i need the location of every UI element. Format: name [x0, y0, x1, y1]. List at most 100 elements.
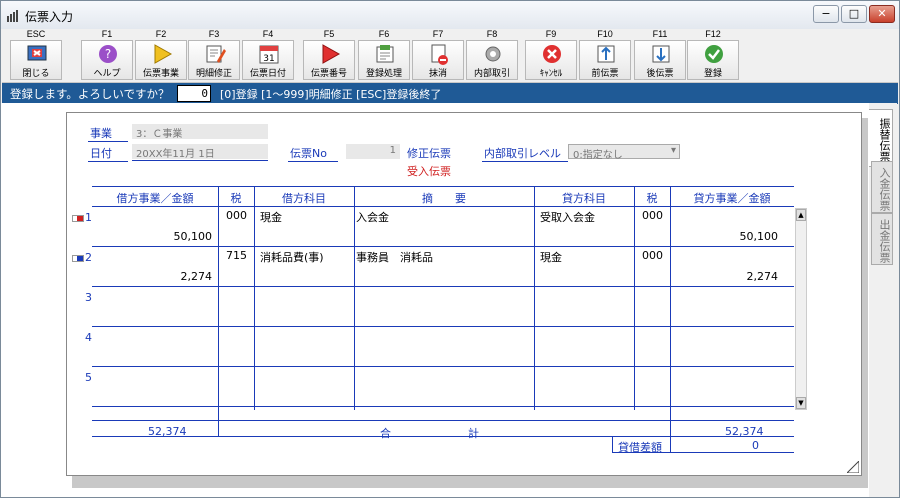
toolbar-button-f12[interactable]: F12 登録 — [687, 29, 739, 83]
tab-receipt-slip[interactable]: 入金伝票 — [871, 161, 893, 213]
credit-tax[interactable]: 000 — [642, 209, 663, 222]
grid-line — [254, 186, 255, 410]
toolbar-button-label: ｷｬﾝｾﾙ — [539, 69, 563, 79]
credit-amount[interactable]: 2,274 — [670, 270, 779, 283]
debit-amount[interactable]: 50,100 — [92, 230, 213, 243]
function-key-label: F10 — [597, 29, 613, 39]
debit-account[interactable]: 現金 — [260, 209, 282, 225]
grid-line — [92, 406, 794, 407]
toolbar-button-body[interactable]: 後伝票 — [634, 40, 686, 80]
minimize-button[interactable]: − — [813, 5, 839, 23]
credit-account[interactable]: 受取入会金 — [540, 209, 595, 225]
row-marker-icon[interactable] — [72, 255, 84, 262]
row-marker-icon[interactable] — [72, 215, 84, 222]
grid-scrollbar[interactable]: ▲ ▼ — [795, 208, 807, 410]
resize-corner-icon — [847, 461, 859, 473]
maximize-button[interactable]: □ — [841, 5, 867, 23]
tab-transfer-slip[interactable]: 振替伝票 — [869, 109, 893, 167]
scroll-up-icon[interactable]: ▲ — [796, 209, 806, 221]
internal-level-label: 内部取引レベル — [484, 147, 561, 160]
totals-divider — [218, 410, 219, 436]
toolbar-button-body[interactable]: 前伝票 — [579, 40, 631, 80]
toolbar-button-body[interactable]: ｷｬﾝｾﾙ — [525, 40, 577, 80]
toolbar-button-label: 明細修正 — [195, 69, 232, 79]
jigyo-label: 事業 — [90, 127, 112, 140]
jigyo-field[interactable]: 3：Ｃ事業 — [132, 124, 268, 140]
date-field[interactable]: 20XX年11月 1日 — [132, 144, 268, 160]
toolbar-button-f8[interactable]: F8 内部取引 — [466, 29, 518, 83]
grid-line — [92, 206, 794, 207]
journal-grid: 借方事業／金額税借方科目摘 要貸方科目税貸方事業／金額 1 50,100 000 現金入… — [72, 186, 794, 410]
toolbar-button-f6[interactable]: F6 登録処理 — [358, 29, 410, 83]
toolbar-button-body[interactable]: 31 伝票日付 — [242, 40, 294, 80]
toolbar-button-body[interactable]: 抹消 — [412, 40, 464, 80]
column-header: 摘 要 — [422, 192, 466, 205]
scroll-down-icon[interactable]: ▼ — [796, 397, 806, 409]
internal-level-value: 0:指定なし — [573, 150, 623, 161]
mode-correct-label: 修正伝票 — [407, 147, 451, 160]
toolbar-button-f9[interactable]: F9 ｷｬﾝｾﾙ — [525, 29, 577, 83]
toolbar-button-label: 内部取引 — [473, 69, 510, 79]
function-key-label: F6 — [378, 29, 390, 39]
help-icon: ? — [99, 45, 117, 63]
toolbar-button-f11[interactable]: F11 後伝票 — [634, 29, 686, 83]
internal-level-select[interactable]: 0:指定なし ▾ — [568, 144, 680, 161]
toolbar-button-label: 伝票事業 — [142, 69, 179, 79]
column-header: 借方科目 — [282, 192, 326, 205]
totals-mid-line — [92, 436, 794, 437]
tab-payment-slip[interactable]: 出金伝票 — [871, 213, 893, 265]
toolbar-button-body[interactable]: 伝票事業 — [135, 40, 187, 80]
toolbar-button-body[interactable]: 明細修正 — [188, 40, 240, 80]
close-window-button[interactable]: ✕ — [869, 5, 895, 23]
toolbar-button-f3[interactable]: F3 明細修正 — [188, 29, 240, 83]
prompt-help: [0]登録 [1～999]明細修正 [ESC]登録後終了 — [220, 88, 442, 101]
slip-no-label: 伝票No — [290, 147, 327, 160]
debit-tax[interactable]: 715 — [226, 249, 247, 262]
diff-divider — [612, 436, 613, 452]
toolbar-button-body[interactable]: 登録 — [687, 40, 739, 80]
toolbar-button-label: 後伝票 — [646, 69, 674, 79]
credit-tax[interactable]: 000 — [642, 249, 663, 262]
toolbar-button-f5[interactable]: F5 伝票番号 — [303, 29, 355, 83]
grid-line — [534, 186, 535, 410]
toolbar-button-f10[interactable]: F10 前伝票 — [579, 29, 631, 83]
grid-line — [92, 186, 794, 187]
toolbar-button-esc[interactable]: ESC 閉じる — [10, 29, 62, 83]
credit-account[interactable]: 現金 — [540, 249, 562, 265]
function-key-label: F8 — [486, 29, 498, 39]
toolbar-button-label: 登録 — [703, 69, 722, 79]
toolbar-button-f2[interactable]: F2 伝票事業 — [135, 29, 187, 83]
toolbar-button-body[interactable]: ? ヘルプ — [81, 40, 133, 80]
debit-tax[interactable]: 000 — [226, 209, 247, 222]
next-slip-icon — [652, 45, 670, 63]
toolbar-button-body[interactable]: 伝票番号 — [303, 40, 355, 80]
title-bar: 伝票入力 − □ ✕ — [1, 1, 899, 29]
grid-line — [354, 186, 355, 410]
debit-account[interactable]: 消耗品費(事) — [260, 249, 324, 265]
toolbar-button-body[interactable]: 登録処理 — [358, 40, 410, 80]
svg-text:?: ? — [105, 47, 111, 61]
toolbar-button-f1[interactable]: F1 ? ヘルプ — [81, 29, 133, 83]
underline — [288, 161, 338, 162]
check-icon — [705, 45, 723, 63]
function-key-label: F12 — [705, 29, 721, 39]
slip-no-field[interactable]: 1 — [346, 144, 400, 159]
toolbar-button-label: 登録処理 — [365, 69, 402, 79]
prompt-input[interactable]: 0 — [177, 85, 211, 102]
toolbar-button-body[interactable]: 内部取引 — [466, 40, 518, 80]
underline — [88, 161, 128, 162]
toolbar-button-f7[interactable]: F7 抹消 — [412, 29, 464, 83]
toolbar-button-body[interactable]: 閉じる — [10, 40, 62, 80]
svg-text:31: 31 — [263, 54, 274, 64]
column-header: 貸方事業／金額 — [693, 192, 771, 205]
debit-amount[interactable]: 2,274 — [92, 270, 213, 283]
credit-amount[interactable]: 50,100 — [670, 230, 779, 243]
row-number: 3 — [85, 291, 92, 304]
toolbar-button-f4[interactable]: F4 31 伝票日付 — [242, 29, 294, 83]
function-toolbar: ESC 閉じる F1 ? ヘルプ F2 伝票事業 F3 明細修正 F4 31 伝… — [2, 29, 898, 83]
function-key-label: ESC — [26, 29, 46, 39]
window-title: 伝票入力 — [25, 10, 74, 24]
underline — [88, 141, 128, 142]
summary[interactable]: 事務員 消耗品 — [356, 249, 433, 265]
summary[interactable]: 入会金 — [356, 209, 389, 225]
